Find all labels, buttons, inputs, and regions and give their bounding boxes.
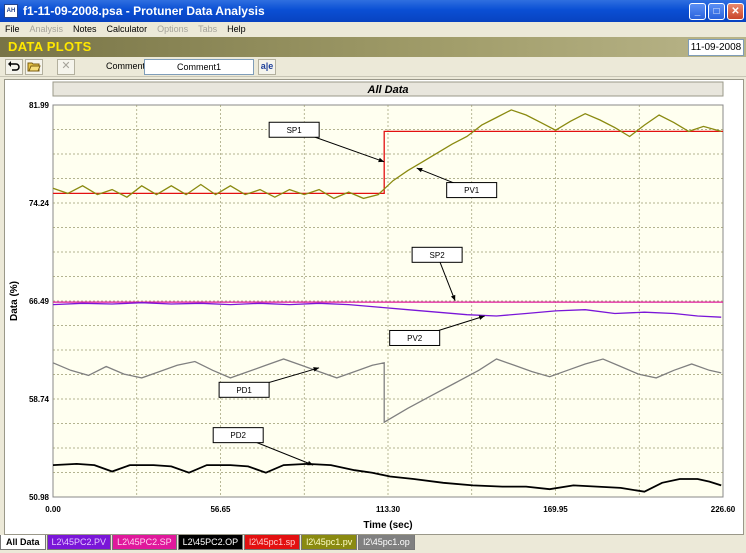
y-tick-label: 74.24: [29, 199, 50, 208]
date-field[interactable]: 11-09-2008: [688, 39, 744, 56]
undo-icon[interactable]: [5, 59, 23, 75]
menu-notes[interactable]: Notes: [68, 24, 102, 34]
title-bar: AH f1-11-09-2008.psa - Protuner Data Ana…: [0, 0, 746, 22]
series-tab[interactable]: L2\45PC2.SP: [112, 535, 177, 550]
section-header: DATA PLOTS: [0, 37, 746, 57]
series-tab[interactable]: l2\45pc1.pv: [301, 535, 358, 550]
folder-open-icon[interactable]: [25, 59, 43, 75]
series-tab[interactable]: L2\45PC2.PV: [46, 535, 112, 550]
close-button[interactable]: ✕: [727, 2, 744, 20]
menu-bar: File Analysis Notes Calculator Options T…: [0, 22, 746, 36]
series-tab[interactable]: l2\45pc1.sp: [244, 535, 301, 550]
comment-input[interactable]: Comment1: [144, 59, 254, 75]
menu-calculator[interactable]: Calculator: [102, 24, 153, 34]
window-title: f1-11-09-2008.psa - Protuner Data Analys…: [23, 4, 265, 18]
toolbar: ✕ Comment Comment1 a|e: [0, 57, 746, 77]
page-title: DATA PLOTS: [8, 39, 92, 54]
y-axis-label: Data (%): [9, 281, 20, 321]
x-tick-label: 169.95: [543, 505, 568, 514]
minimize-button[interactable]: _: [689, 2, 706, 20]
y-tick-label: 50.98: [29, 493, 50, 502]
x-axis-label: Time (sec): [363, 520, 412, 531]
series-tab[interactable]: L2\45PC2.OP: [177, 535, 244, 550]
x-tick-label: 0.00: [45, 505, 61, 514]
menu-options[interactable]: Options: [152, 24, 193, 34]
x-tick-label: 113.30: [376, 505, 401, 514]
y-tick-label: 81.99: [29, 101, 50, 110]
series-tab-bar: All Data L2\45PC2.PV L2\45PC2.SP L2\45PC2.O…: [0, 535, 746, 553]
callout-label: SP1: [287, 126, 303, 135]
callout-label: SP2: [430, 251, 446, 260]
chart-title: All Data: [367, 84, 409, 96]
menu-tabs[interactable]: Tabs: [193, 24, 222, 34]
menu-help[interactable]: Help: [222, 24, 251, 34]
menu-analysis[interactable]: Analysis: [25, 24, 69, 34]
x-tick-label: 56.65: [210, 505, 231, 514]
callout-label: PV1: [464, 186, 480, 195]
menu-file[interactable]: File: [0, 24, 25, 34]
comment-label: Comment: [106, 61, 146, 71]
app-icon: AH: [4, 4, 18, 18]
callout-label: PD2: [230, 431, 246, 440]
callout-label: PV2: [407, 334, 423, 343]
maximize-button[interactable]: □: [708, 2, 725, 20]
x-tick-label: 226.60: [711, 505, 736, 514]
delete-x-icon[interactable]: ✕: [57, 59, 75, 75]
y-tick-label: 58.74: [29, 395, 50, 404]
chart: All Data SP1 PV1 SP2 PV2 PD1 PD2 0.00 56.65 113…: [9, 81, 736, 531]
y-tick-label: 66.49: [29, 297, 50, 306]
tab-all-data[interactable]: All Data: [0, 535, 46, 550]
callout-label: PD1: [236, 386, 252, 395]
text-format-icon[interactable]: a|e: [258, 59, 276, 75]
plot-area: All Data SP1 PV1 SP2 PV2 PD1 PD2 0.00 56.65 113…: [4, 79, 744, 535]
series-tab[interactable]: l2\45pc1.op: [358, 535, 415, 550]
